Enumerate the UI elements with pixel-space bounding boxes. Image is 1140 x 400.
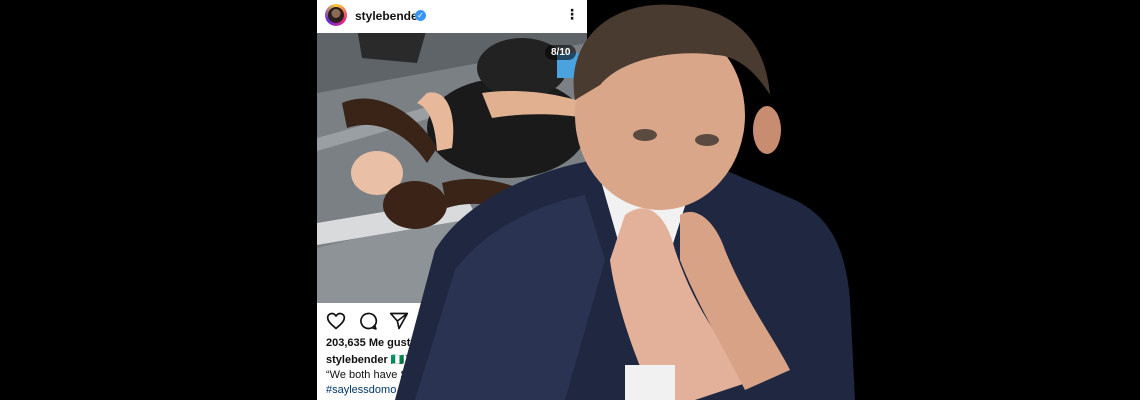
caption-hashtag[interactable]: #saylessdomo: [326, 384, 396, 396]
heart-icon[interactable]: [326, 311, 346, 331]
profile-avatar[interactable]: [325, 4, 347, 26]
comment-icon[interactable]: [358, 311, 378, 331]
foreground-person-photo: [395, 4, 855, 400]
